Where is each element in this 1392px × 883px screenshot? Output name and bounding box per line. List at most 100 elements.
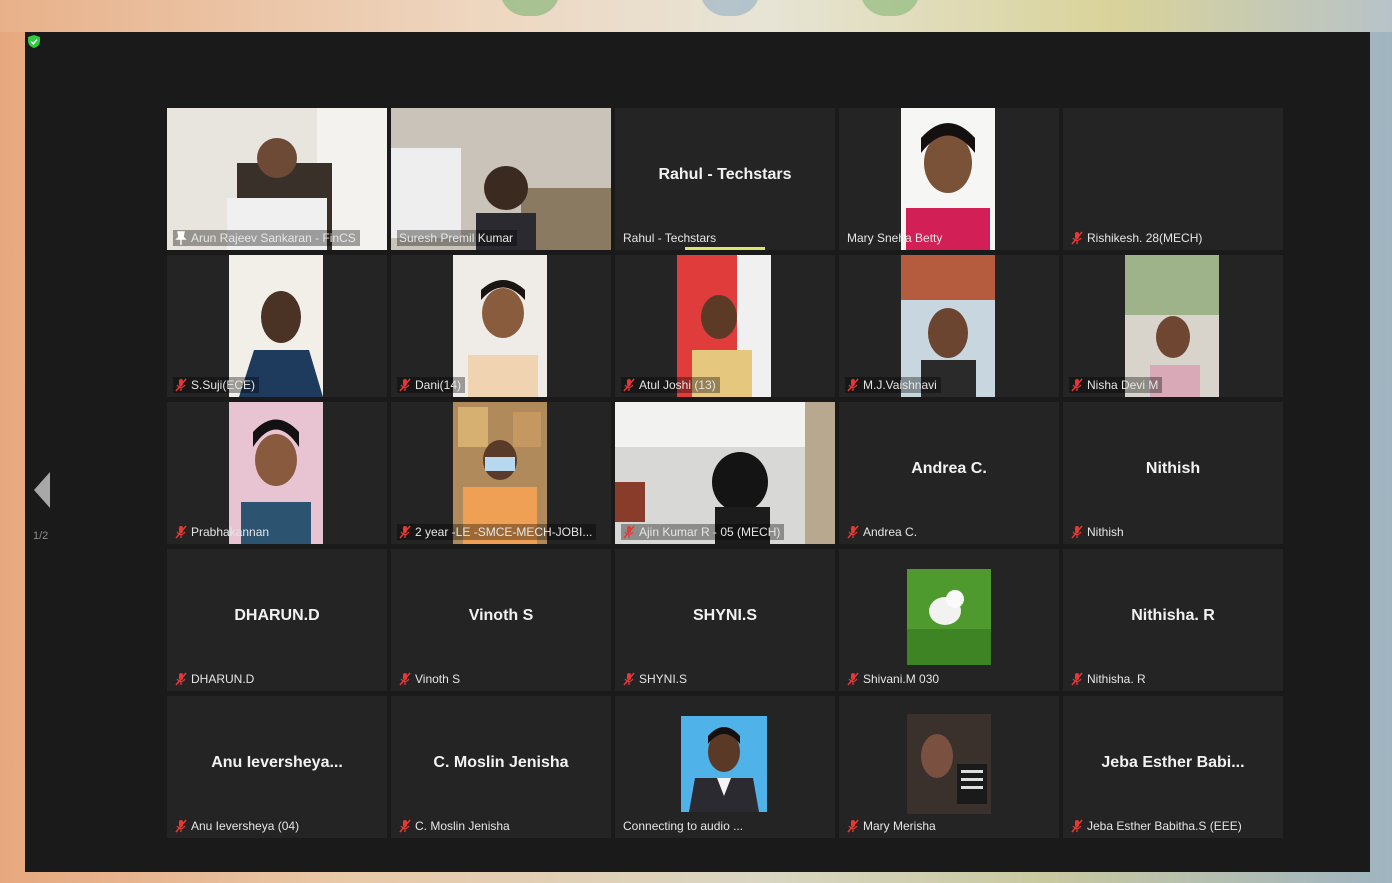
participant-label: Shivani.M 030: [845, 671, 943, 687]
participant-tile-moslin[interactable]: C. Moslin Jenisha C. Moslin Jenisha: [391, 696, 611, 838]
decor-shape-center: [700, 0, 760, 16]
participant-label: Ajin Kumar R - 05 (MECH): [621, 524, 785, 540]
video-gallery-grid: Arun Rajeev Sankaran - FinCS Suresh Prem…: [167, 108, 1287, 844]
meeting-window: 1/2 Arun Rajeev Sankaran - FinCS Suresh …: [25, 32, 1370, 872]
video-feed: [229, 255, 323, 397]
participant-tile-2year-le[interactable]: 2 year -LE -SMCE-MECH-JOBI...: [391, 402, 611, 544]
participant-label: Connecting to audio ...: [623, 819, 744, 833]
muted-mic-icon: [175, 378, 187, 392]
profile-picture: [681, 716, 767, 812]
participant-label: Mary Sneha Betty: [847, 231, 943, 245]
participant-label: Nithish: [1069, 524, 1128, 540]
background-banner: [0, 0, 1392, 32]
participant-tile-atul[interactable]: Atul Joshi (13): [615, 255, 835, 397]
participant-tile-mary-merisha[interactable]: Mary Merisha: [839, 696, 1059, 838]
participant-display-name: C. Moslin Jenisha: [433, 754, 569, 771]
participant-label: M.J.Vaishnavi: [845, 377, 941, 393]
participant-tile-nithish[interactable]: Nithish Nithish: [1063, 402, 1283, 544]
muted-mic-icon: [175, 672, 187, 686]
participant-tile-anu[interactable]: Anu Ieversheya... Anu Ieversheya (04): [167, 696, 387, 838]
participant-tile-nithisha[interactable]: Nithisha. R Nithisha. R: [1063, 549, 1283, 691]
participant-label: Jeba Esther Babitha.S (EEE): [1069, 818, 1246, 834]
participant-tile-arun[interactable]: Arun Rajeev Sankaran - FinCS: [167, 108, 387, 250]
muted-mic-icon: [623, 525, 635, 539]
video-feed: [391, 108, 611, 250]
muted-mic-icon: [1071, 378, 1083, 392]
gallery-page-nav: 1/2: [25, 452, 65, 572]
participant-label: Andrea C.: [845, 524, 921, 540]
participant-tile-nisha[interactable]: Nisha Devi M: [1063, 255, 1283, 397]
muted-mic-icon: [847, 819, 859, 833]
video-feed: [677, 255, 771, 397]
active-speaker-indicator: [685, 247, 765, 250]
participant-tile-suresh[interactable]: Suresh Premil Kumar: [391, 108, 611, 250]
participant-tile-andrea[interactable]: Andrea C. Andrea C.: [839, 402, 1059, 544]
video-feed: [1125, 255, 1219, 397]
participant-display-name: Rahul - Techstars: [658, 166, 792, 183]
participant-label: Atul Joshi (13): [621, 377, 720, 393]
participant-display-name: Nithish: [1145, 460, 1201, 477]
muted-mic-icon: [399, 672, 411, 686]
participant-display-name: Jeba Esther Babi...: [1101, 754, 1245, 771]
participant-label: Vinoth S: [397, 671, 464, 687]
participant-tile-vaishnavi[interactable]: M.J.Vaishnavi: [839, 255, 1059, 397]
participant-label: Suresh Premil Kumar: [397, 230, 518, 246]
decor-leaf-right: [860, 0, 920, 16]
pin-icon: [175, 231, 187, 245]
muted-mic-icon: [175, 525, 187, 539]
video-feed: [453, 255, 547, 397]
participant-display-name: Andrea C.: [911, 460, 987, 477]
profile-picture: [907, 569, 991, 665]
participant-tile-vinoth[interactable]: Vinoth S Vinoth S: [391, 549, 611, 691]
video-feed: [615, 402, 835, 544]
participant-display-name: SHYNI.S: [692, 607, 757, 624]
muted-mic-icon: [399, 525, 411, 539]
muted-mic-icon: [847, 672, 859, 686]
muted-mic-icon: [175, 819, 187, 833]
security-shield-icon[interactable]: [28, 35, 40, 48]
video-feed: [167, 108, 387, 250]
muted-mic-icon: [623, 672, 635, 686]
decor-leaf-left: [500, 0, 560, 16]
muted-mic-icon: [847, 378, 859, 392]
participant-label: Rishikesh. 28(MECH): [1069, 230, 1206, 246]
participant-label: Prabhakannan: [173, 524, 273, 540]
video-feed: [901, 255, 995, 397]
video-feed: [453, 402, 547, 544]
participant-label: Arun Rajeev Sankaran - FinCS: [173, 230, 360, 246]
muted-mic-icon: [1071, 525, 1083, 539]
muted-mic-icon: [1071, 819, 1083, 833]
participant-display-name: Anu Ieversheya...: [211, 754, 343, 771]
participant-tile-rahul[interactable]: Rahul - Techstars Rahul - Techstars: [615, 108, 835, 250]
participant-tile-suji[interactable]: S.Suji(ECE): [167, 255, 387, 397]
participant-label: Rahul - Techstars: [623, 231, 717, 245]
participant-label: 2 year -LE -SMCE-MECH-JOBI...: [397, 524, 597, 540]
participant-tile-shivani[interactable]: Shivani.M 030: [839, 549, 1059, 691]
participant-label: Nithisha. R: [1069, 671, 1150, 687]
participant-label: Dani(14): [397, 377, 466, 393]
participant-display-name: Nithisha. R: [1131, 607, 1215, 624]
participant-tile-jeba[interactable]: Jeba Esther Babi... Jeba Esther Babitha.…: [1063, 696, 1283, 838]
participant-tile-dani[interactable]: Dani(14): [391, 255, 611, 397]
participant-label: DHARUN.D: [173, 671, 258, 687]
video-feed: [901, 108, 995, 250]
participant-tile-dharun[interactable]: DHARUN.D DHARUN.D: [167, 549, 387, 691]
participant-tile-prabhakannan[interactable]: Prabhakannan: [167, 402, 387, 544]
participant-label: Nisha Devi M: [1069, 377, 1163, 393]
participant-tile-rishikesh[interactable]: Rishikesh. 28(MECH): [1063, 108, 1283, 250]
profile-picture: [907, 714, 991, 814]
page-indicator: 1/2: [33, 530, 49, 542]
muted-mic-icon: [1071, 672, 1083, 686]
participant-display-name: Vinoth S: [468, 607, 534, 624]
participant-tile-ajin[interactable]: Ajin Kumar R - 05 (MECH): [615, 402, 835, 544]
participant-tile-connecting[interactable]: Connecting to audio ...: [615, 696, 835, 838]
participant-label: C. Moslin Jenisha: [397, 818, 514, 834]
participant-label: Mary Merisha: [845, 818, 940, 834]
participant-display-name: DHARUN.D: [234, 607, 320, 624]
muted-mic-icon: [399, 819, 411, 833]
participant-label: SHYNI.S: [621, 671, 691, 687]
previous-page-arrow-icon[interactable]: [34, 472, 50, 508]
participant-tile-mary-sneha[interactable]: Mary Sneha Betty: [839, 108, 1059, 250]
participant-tile-shyni[interactable]: SHYNI.S SHYNI.S: [615, 549, 835, 691]
muted-mic-icon: [1071, 231, 1083, 245]
